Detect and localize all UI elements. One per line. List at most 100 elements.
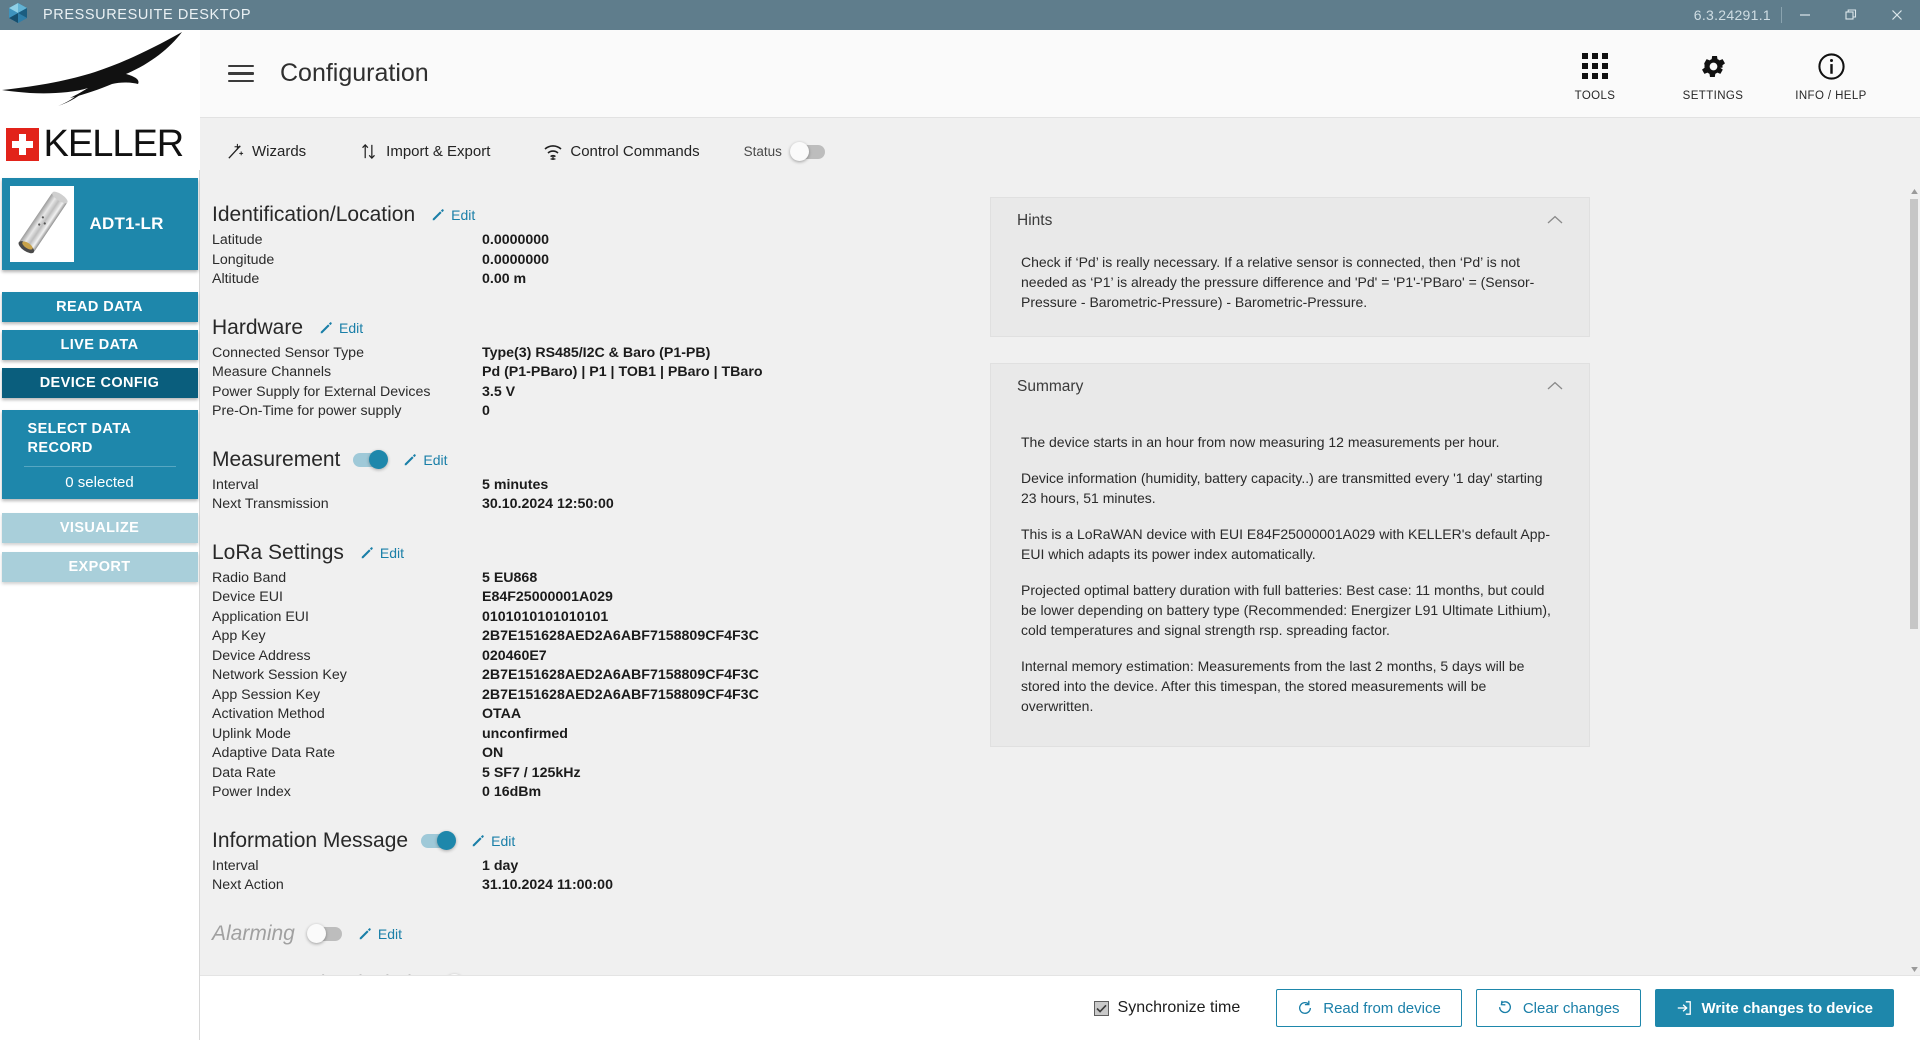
row-power-index: Power Index 0 16dBm	[212, 783, 972, 803]
edit-lora-button[interactable]: Edit	[360, 545, 404, 561]
row-activation-method: Activation Method OTAA	[212, 705, 972, 725]
information-message-toggle[interactable]	[421, 831, 457, 850]
pencil-icon	[360, 546, 374, 560]
row-key: Interval	[212, 476, 259, 493]
section-alarming-title: Alarming	[212, 921, 295, 945]
row-value: 30.10.2024 12:50:00	[482, 496, 614, 512]
settings-button[interactable]: SETTINGS	[1654, 45, 1772, 102]
visualize-button[interactable]: VISUALIZE	[1, 513, 198, 543]
sidebar-item-live-data[interactable]: LIVE DATA	[1, 330, 198, 360]
import-export-button[interactable]: Import & Export	[352, 142, 490, 161]
row-radio-band: Radio Band 5 EU868	[212, 569, 972, 589]
pencil-icon	[471, 834, 485, 848]
row-value: 0	[482, 403, 490, 419]
read-from-device-button[interactable]: Read from device	[1276, 989, 1462, 1027]
row-value: 0.00 m	[482, 271, 527, 287]
select-data-record-card[interactable]: SELECT DATA RECORD 0 selected	[1, 410, 198, 499]
minimize-button[interactable]	[1782, 0, 1828, 30]
row-value: 3.5 V	[482, 383, 516, 400]
edit-identification-button[interactable]: Edit	[431, 207, 475, 223]
measurement-rows: Interval 5 minutes Next Transmission 30.…	[212, 476, 972, 515]
read-from-device-label: Read from device	[1323, 999, 1441, 1017]
close-button[interactable]	[1874, 0, 1920, 30]
gear-icon	[1699, 51, 1728, 81]
row-uplink-mode: Uplink Mode unconfirmed	[212, 725, 972, 745]
row-key: Power Supply for External Devices	[212, 383, 431, 400]
hints-panel: Hints Check if ‘Pd’ is really necessary.…	[990, 197, 1590, 337]
sidebar-item-read-data[interactable]: READ DATA	[1, 292, 198, 322]
clear-changes-button[interactable]: Clear changes	[1475, 989, 1641, 1027]
row-key: Next Transmission	[212, 496, 329, 512]
info-help-label: INFO / HELP	[1795, 90, 1867, 102]
alarming-toggle[interactable]	[306, 924, 342, 943]
window-titlebar: PRESSURESUITE DESKTOP 6.3.24291.1	[0, 0, 1920, 30]
row-value: 0101010101010101	[482, 608, 609, 625]
synchronize-time-checkbox[interactable]	[1093, 1000, 1109, 1016]
info-help-button[interactable]: INFO / HELP	[1772, 45, 1890, 102]
row-info-interval: Interval 1 day	[212, 857, 972, 877]
section-information-message-title: Information Message	[212, 828, 409, 852]
section-measurement-title: Measurement	[212, 447, 341, 471]
lora-rows: Radio Band 5 EU868 Device EUI E84F250000…	[212, 569, 972, 803]
config-content: Identification/Location Edit Latitude 0.…	[200, 185, 1920, 975]
edit-identification-label: Edit	[451, 207, 476, 223]
import-export-label: Import & Export	[386, 143, 491, 160]
import-export-icon	[352, 142, 386, 161]
row-device-address: Device Address 020460E7	[212, 647, 972, 667]
row-pre-on-time: Pre-On-Time for power supply 0	[212, 402, 972, 422]
summary-panel-header[interactable]: Summary	[991, 364, 1589, 410]
hint-paragraph: Check if ‘Pd’ is really necessary. If a …	[1021, 254, 1535, 310]
row-value: 2B7E151628AED2A6ABF7158809CF4F3C	[482, 686, 759, 703]
edit-alarming-label: Edit	[377, 925, 402, 942]
row-device-eui: Device EUI E84F25000001A029	[212, 588, 972, 608]
app-header: Configuration TOOLS SETTINGS INFO / HELP	[200, 30, 1920, 118]
row-altitude: Altitude 0.00 m	[212, 270, 972, 290]
edit-alarming-button[interactable]: Edit	[358, 926, 402, 942]
identification-rows: Latitude 0.0000000 Longitude 0.0000000 A…	[212, 231, 972, 290]
edit-information-message-button[interactable]: Edit	[471, 833, 515, 849]
chevron-up-icon[interactable]	[1547, 378, 1563, 396]
menu-icon[interactable]	[228, 60, 254, 87]
edit-measurement-label: Edit	[423, 451, 448, 468]
edit-measurement-button[interactable]: Edit	[403, 451, 448, 468]
wizards-button[interactable]: Wizards	[218, 142, 306, 161]
tools-button[interactable]: TOOLS	[1536, 45, 1654, 102]
device-thumbnail	[9, 186, 74, 262]
control-commands-button[interactable]: Control Commands	[536, 143, 700, 161]
information-message-rows: Interval 1 day Next Action 31.10.2024 11…	[212, 857, 972, 896]
section-information-message-header: Information Message Edit	[212, 829, 972, 853]
hardware-rows: Connected Sensor Type Type(3) RS485/I2C …	[212, 344, 972, 422]
write-changes-to-device-label: Write changes to device	[1701, 999, 1873, 1017]
row-measurement-interval: Interval 5 minutes	[212, 476, 972, 496]
scroll-up-arrow[interactable]	[1908, 185, 1920, 197]
tools-label: TOOLS	[1574, 90, 1616, 102]
hints-panel-header[interactable]: Hints	[991, 198, 1589, 244]
sidebar: KELLER ADT1-LR READ DATA LIVE DATA DEVIC…	[0, 30, 200, 1040]
scroll-down-arrow[interactable]	[1908, 963, 1920, 975]
status-label: Status	[743, 144, 782, 159]
write-changes-to-device-button[interactable]: Write changes to device	[1654, 989, 1894, 1027]
export-button[interactable]: EXPORT	[1, 552, 198, 582]
info-panels: Hints Check if ‘Pd’ is really necessary.…	[990, 197, 1590, 773]
content-scrollbar[interactable]	[1908, 185, 1920, 975]
row-key: Device Address	[212, 647, 311, 664]
scrollbar-thumb[interactable]	[1910, 199, 1918, 629]
row-application-eui: Application EUI 0101010101010101	[212, 608, 972, 628]
synchronize-time-group[interactable]: Synchronize time	[1093, 999, 1240, 1017]
section-lora-header: LoRa Settings Edit	[212, 541, 972, 565]
device-name: ADT1-LR	[89, 214, 164, 233]
row-value: 31.10.2024 11:00:00	[482, 877, 613, 893]
device-card[interactable]: ADT1-LR	[1, 178, 198, 270]
row-key: Next Action	[212, 877, 284, 893]
row-value: 1 day	[482, 857, 519, 874]
maximize-restore-button[interactable]	[1828, 0, 1874, 30]
edit-hardware-button[interactable]: Edit	[319, 320, 363, 336]
info-icon	[1817, 51, 1846, 81]
status-toggle[interactable]	[789, 142, 825, 161]
measurement-toggle[interactable]	[353, 450, 389, 469]
row-latitude: Latitude 0.0000000	[212, 231, 972, 251]
chevron-up-icon[interactable]	[1547, 212, 1563, 230]
row-connected-sensor-type: Connected Sensor Type Type(3) RS485/I2C …	[212, 344, 972, 364]
sidebar-item-device-config[interactable]: DEVICE CONFIG	[1, 368, 198, 398]
row-measure-channels: Measure Channels Pd (P1-PBaro) | P1 | TO…	[212, 363, 972, 383]
